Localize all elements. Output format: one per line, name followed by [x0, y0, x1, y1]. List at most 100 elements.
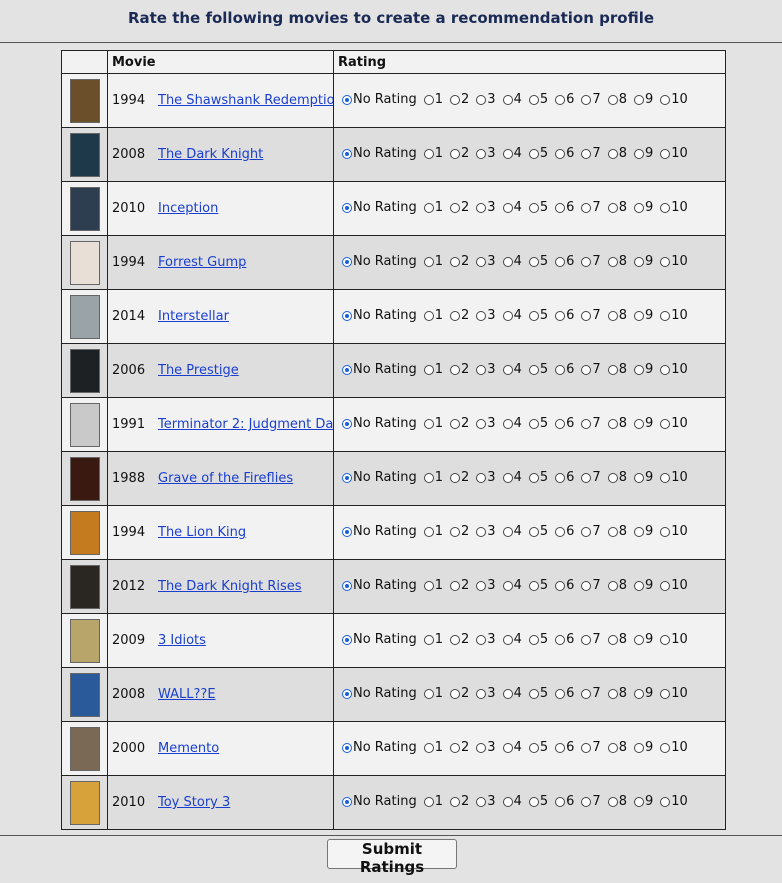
rating-radio[interactable] [528, 94, 539, 105]
rating-radio[interactable] [476, 310, 487, 321]
rating-radio[interactable] [555, 472, 566, 483]
rating-option-7[interactable]: 7 [581, 146, 607, 161]
rating-radio[interactable] [581, 364, 592, 375]
rating-option-3[interactable]: 3 [476, 200, 502, 215]
rating-radio[interactable] [528, 634, 539, 645]
rating-option-9[interactable]: 9 [633, 92, 660, 107]
rating-option-1[interactable]: 1 [423, 200, 450, 215]
rating-radio[interactable] [342, 148, 352, 159]
movie-title-link[interactable]: 3 Idiots [158, 633, 206, 648]
rating-radio[interactable] [476, 688, 487, 699]
rating-option-2[interactable]: 2 [450, 686, 476, 701]
rating-option-9[interactable]: 9 [633, 254, 660, 269]
rating-option-4[interactable]: 4 [502, 686, 529, 701]
rating-radio[interactable] [528, 472, 539, 483]
rating-radio[interactable] [555, 256, 566, 267]
rating-radio[interactable] [660, 148, 671, 159]
rating-radio[interactable] [607, 526, 618, 537]
rating-radio[interactable] [476, 256, 487, 267]
rating-option-10[interactable]: 10 [660, 200, 695, 215]
rating-option-9[interactable]: 9 [633, 686, 660, 701]
rating-radio[interactable] [450, 688, 461, 699]
rating-radio[interactable] [607, 148, 618, 159]
rating-option-8[interactable]: 8 [607, 200, 634, 215]
rating-radio[interactable] [423, 580, 434, 591]
rating-option-10[interactable]: 10 [660, 146, 695, 161]
rating-radio[interactable] [660, 364, 671, 375]
rating-radio[interactable] [450, 364, 461, 375]
rating-option-7[interactable]: 7 [581, 308, 607, 323]
rating-option-none[interactable]: No Rating [342, 362, 424, 377]
rating-option-2[interactable]: 2 [450, 362, 476, 377]
rating-radio[interactable] [423, 148, 434, 159]
rating-radio[interactable] [450, 94, 461, 105]
rating-radio[interactable] [450, 418, 461, 429]
rating-option-9[interactable]: 9 [633, 200, 660, 215]
movie-title-link[interactable]: Grave of the Fireflies [158, 471, 293, 486]
rating-radio[interactable] [633, 202, 644, 213]
rating-option-3[interactable]: 3 [476, 740, 502, 755]
rating-radio[interactable] [633, 94, 644, 105]
rating-option-5[interactable]: 5 [528, 632, 555, 647]
rating-option-9[interactable]: 9 [633, 146, 660, 161]
rating-radio[interactable] [342, 634, 352, 645]
rating-radio[interactable] [607, 688, 618, 699]
rating-option-1[interactable]: 1 [423, 686, 450, 701]
rating-radio[interactable] [502, 472, 513, 483]
rating-radio[interactable] [581, 580, 592, 591]
rating-radio[interactable] [342, 688, 352, 699]
rating-radio[interactable] [528, 742, 539, 753]
rating-option-4[interactable]: 4 [502, 524, 529, 539]
rating-option-3[interactable]: 3 [476, 632, 502, 647]
rating-radio[interactable] [581, 472, 592, 483]
rating-radio[interactable] [555, 580, 566, 591]
rating-option-10[interactable]: 10 [660, 740, 695, 755]
rating-option-9[interactable]: 9 [633, 308, 660, 323]
rating-option-5[interactable]: 5 [528, 416, 555, 431]
rating-radio[interactable] [476, 526, 487, 537]
movie-title-link[interactable]: Interstellar [158, 309, 229, 324]
movie-title-link[interactable]: The Prestige [158, 363, 239, 378]
rating-option-7[interactable]: 7 [581, 686, 607, 701]
rating-option-10[interactable]: 10 [660, 416, 695, 431]
rating-radio[interactable] [660, 580, 671, 591]
rating-radio[interactable] [607, 472, 618, 483]
rating-option-3[interactable]: 3 [476, 686, 502, 701]
rating-radio[interactable] [342, 202, 352, 213]
rating-radio[interactable] [660, 742, 671, 753]
rating-radio[interactable] [660, 256, 671, 267]
rating-option-3[interactable]: 3 [476, 254, 502, 269]
rating-radio[interactable] [423, 526, 434, 537]
rating-radio[interactable] [660, 310, 671, 321]
rating-option-none[interactable]: No Rating [342, 416, 424, 431]
rating-option-none[interactable]: No Rating [342, 524, 424, 539]
rating-radio[interactable] [528, 364, 539, 375]
rating-option-3[interactable]: 3 [476, 308, 502, 323]
rating-radio[interactable] [342, 418, 352, 429]
rating-option-6[interactable]: 6 [555, 632, 581, 647]
rating-option-2[interactable]: 2 [450, 578, 476, 593]
rating-radio[interactable] [528, 202, 539, 213]
rating-option-7[interactable]: 7 [581, 254, 607, 269]
rating-option-10[interactable]: 10 [660, 524, 695, 539]
rating-option-4[interactable]: 4 [502, 200, 529, 215]
rating-radio[interactable] [476, 202, 487, 213]
rating-radio[interactable] [476, 580, 487, 591]
rating-radio[interactable] [607, 310, 618, 321]
rating-radio[interactable] [555, 634, 566, 645]
rating-radio[interactable] [502, 202, 513, 213]
rating-radio[interactable] [528, 526, 539, 537]
rating-radio[interactable] [342, 364, 352, 375]
rating-radio[interactable] [660, 418, 671, 429]
rating-radio[interactable] [502, 94, 513, 105]
rating-option-9[interactable]: 9 [633, 632, 660, 647]
rating-option-10[interactable]: 10 [660, 686, 695, 701]
rating-option-8[interactable]: 8 [607, 686, 634, 701]
rating-option-9[interactable]: 9 [633, 470, 660, 485]
rating-option-10[interactable]: 10 [660, 254, 695, 269]
rating-radio[interactable] [555, 742, 566, 753]
rating-radio[interactable] [423, 310, 434, 321]
rating-radio[interactable] [342, 580, 352, 591]
rating-option-7[interactable]: 7 [581, 362, 607, 377]
rating-radio[interactable] [555, 202, 566, 213]
